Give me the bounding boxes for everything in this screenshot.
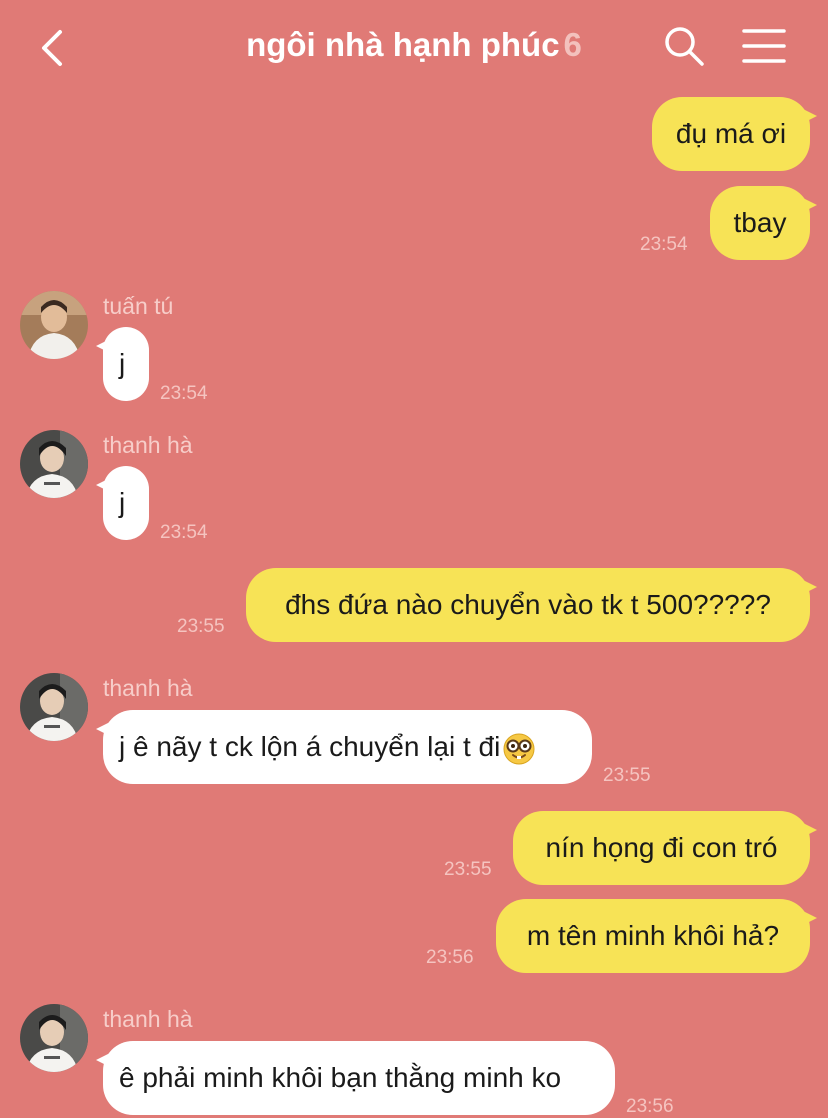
- outgoing-message-bubble[interactable]: tbay: [710, 186, 817, 260]
- chevron-left-icon: [42, 30, 62, 66]
- avatar-image: [20, 430, 88, 498]
- message-timestamp: 23:55: [444, 859, 492, 880]
- message-timestamp: 23:56: [626, 1096, 674, 1117]
- avatar[interactable]: [20, 673, 88, 741]
- search-button[interactable]: [662, 24, 706, 68]
- incoming-message-bubble[interactable]: j: [96, 327, 149, 401]
- message-timestamp: 23:54: [640, 234, 688, 255]
- outgoing-message-bubble[interactable]: nín họng đi con tró: [513, 811, 817, 885]
- outgoing-message-bubble[interactable]: m tên minh khôi hả?: [496, 899, 817, 973]
- sender-name: thanh hà: [103, 675, 193, 701]
- hamburger-menu-icon: [742, 29, 786, 63]
- incoming-message-bubble[interactable]: ê phải minh khôi bạn thằng minh ko: [96, 1041, 615, 1115]
- chat-header: ngôi nhà hạnh phúc 6: [0, 0, 828, 95]
- menu-button[interactable]: [742, 27, 786, 65]
- avatar-image: [20, 1004, 88, 1072]
- avatar[interactable]: [20, 291, 88, 359]
- avatar-image: [20, 291, 88, 359]
- message-timestamp: 23:56: [426, 947, 474, 968]
- avatar-image: [20, 673, 88, 741]
- message-timestamp: 23:55: [603, 765, 651, 786]
- avatar[interactable]: [20, 1004, 88, 1072]
- group-name: ngôi nhà hạnh phúc: [246, 26, 560, 63]
- incoming-message-bubble[interactable]: j ê nãy t ck lộn á chuyển lại t đi: [96, 710, 592, 784]
- message-timestamp: 23:54: [160, 383, 208, 404]
- nerd-face-icon: [503, 733, 535, 765]
- chat-title[interactable]: ngôi nhà hạnh phúc 6: [150, 26, 678, 64]
- sender-name: tuấn tú: [103, 293, 174, 319]
- incoming-message-bubble[interactable]: j: [96, 466, 149, 540]
- message-text: j ê nãy t ck lộn á chuyển lại t đi: [119, 731, 501, 762]
- outgoing-message-bubble[interactable]: đụ má ơi: [652, 97, 817, 171]
- member-count: 6: [563, 26, 582, 63]
- sender-name: thanh hà: [103, 1006, 193, 1032]
- back-button[interactable]: [34, 26, 74, 70]
- outgoing-message-bubble[interactable]: đhs đứa nào chuyển vào tk t 500?????: [246, 568, 817, 642]
- sender-name: thanh hà: [103, 432, 193, 458]
- message-timestamp: 23:55: [177, 616, 225, 637]
- search-icon: [665, 27, 704, 66]
- avatar[interactable]: [20, 430, 88, 498]
- message-timestamp: 23:54: [160, 522, 208, 543]
